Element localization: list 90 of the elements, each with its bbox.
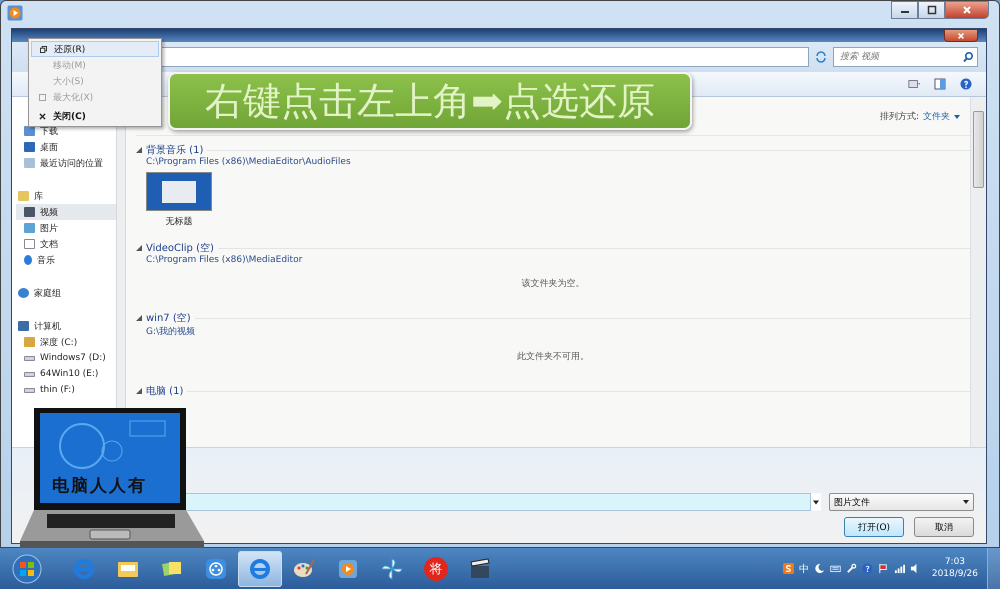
- file-type-dropdown[interactable]: 图片文件: [829, 493, 974, 511]
- maximize-icon: [38, 94, 46, 100]
- chess-piece-icon: 将: [424, 556, 448, 580]
- sidebar-icon: [24, 255, 32, 265]
- taskbar-app[interactable]: 将: [414, 550, 458, 586]
- clock-time[interactable]: 7:03: [944, 556, 966, 568]
- sidebar-item[interactable]: 桌面: [16, 139, 116, 155]
- collapse-triangle-icon[interactable]: [136, 315, 142, 321]
- wrench-icon[interactable]: [846, 563, 857, 574]
- sidebar-item[interactable]: 最近访问的位置: [16, 155, 116, 171]
- view-icon[interactable]: [908, 78, 920, 90]
- sidebar-icon: [24, 223, 35, 233]
- sidebar-icon: [24, 142, 35, 152]
- folder-path: G:\我的视频: [145, 326, 196, 338]
- menu-item[interactable]: 关闭(C): [31, 108, 159, 124]
- moon-icon[interactable]: [814, 563, 825, 574]
- sidebar-icon: [24, 239, 35, 249]
- sidebar-icon: [18, 191, 29, 201]
- dialog-button[interactable]: 打开(O): [844, 517, 904, 537]
- sidebar-item[interactable]: 文档: [16, 236, 116, 252]
- group-header[interactable]: VideoClip (空): [146, 241, 214, 255]
- letter-e-icon: [248, 556, 272, 580]
- sidebar-item[interactable]: 计算机: [16, 318, 116, 334]
- collapse-triangle-icon[interactable]: [136, 388, 142, 394]
- group-header[interactable]: 背景音乐 (1): [146, 143, 204, 157]
- sort-dropdown[interactable]: 文件夹: [923, 110, 960, 122]
- restore-icon: [40, 46, 46, 52]
- sidebar-icon: [24, 337, 35, 347]
- sidebar-item[interactable]: 库: [16, 188, 116, 204]
- caret-icon: [963, 500, 969, 504]
- clock-date[interactable]: 2018/9/26: [932, 568, 978, 580]
- close-icon: [38, 112, 46, 120]
- sidebar-item[interactable]: 深度 (C:): [16, 334, 116, 350]
- folder-path: C:\Program Files (x86)\MediaEditor: [145, 255, 304, 265]
- menu-item[interactable]: 还原(R): [31, 41, 159, 57]
- sidebar-item[interactable]: 视频: [16, 204, 116, 220]
- input-mode-indicator[interactable]: 中: [798, 562, 809, 576]
- close-button[interactable]: [944, 29, 978, 42]
- sort-label: 排列方式:: [880, 110, 919, 122]
- sidebar-icon: [18, 288, 29, 298]
- maximize-button[interactable]: [918, 1, 945, 19]
- sidebar-icon: [24, 356, 35, 360]
- sidebar-item[interactable]: 图片: [16, 220, 116, 236]
- group-header[interactable]: 电脑 (1): [146, 384, 184, 398]
- refresh-icon[interactable]: [815, 51, 827, 63]
- start-button[interactable]: [12, 554, 42, 584]
- scrollbar[interactable]: [970, 97, 986, 447]
- sidebar-item[interactable]: 家庭组: [16, 285, 116, 301]
- sidebar-item[interactable]: 音乐: [16, 252, 116, 268]
- logo-text: 电脑人人有: [52, 475, 147, 497]
- close-button[interactable]: [945, 1, 989, 19]
- sidebar-icon: [24, 207, 35, 217]
- sidebar-item[interactable]: 64Win10 (E:): [16, 366, 116, 382]
- search-icon[interactable]: [962, 51, 974, 63]
- callout-text: 右键点击左上角➡点选还原: [205, 78, 655, 124]
- close-icon: [962, 5, 972, 15]
- sidebar-item[interactable]: Windows7 (D:): [16, 350, 116, 366]
- video-file[interactable]: 无标题: [146, 172, 212, 228]
- film-reel-icon: [204, 556, 228, 580]
- video-thumbnail: [146, 172, 212, 211]
- preview-pane-icon[interactable]: [934, 78, 946, 90]
- dialog-button[interactable]: 取消: [914, 517, 974, 537]
- caret-icon: [954, 114, 960, 118]
- sidebar-item[interactable]: 下载: [16, 123, 116, 139]
- keyboard-icon[interactable]: [830, 563, 841, 574]
- app-icon: [7, 5, 23, 21]
- sidebar-icon: [24, 372, 35, 376]
- sidebar-icon: [24, 158, 35, 168]
- flag-icon[interactable]: [878, 563, 889, 574]
- collapse-triangle-icon[interactable]: [136, 245, 142, 251]
- help-icon[interactable]: [862, 563, 873, 574]
- folder-message: 此文件夹不可用。: [516, 350, 590, 364]
- pinwheel-icon: [380, 556, 404, 580]
- sidebar-icon: [18, 321, 29, 331]
- collapse-triangle-icon[interactable]: [136, 147, 142, 153]
- maximize-icon: [926, 5, 936, 15]
- sidebar-icon: [24, 126, 35, 136]
- help-icon[interactable]: [960, 78, 972, 90]
- minimize-button[interactable]: [891, 1, 918, 19]
- input-method-icon[interactable]: [782, 563, 794, 574]
- folder-message: 该文件夹为空。: [520, 278, 586, 291]
- search-field[interactable]: 搜索 视频: [833, 47, 978, 67]
- close-icon: [957, 32, 965, 40]
- letter-e-icon: [72, 556, 96, 580]
- sidebar-item[interactable]: thin (F:): [16, 382, 116, 398]
- sidebar-icon: [24, 388, 35, 392]
- clapperboard-icon: [468, 556, 492, 580]
- folder-path: C:\Program Files (x86)\MediaEditor\AudioFiles: [145, 157, 352, 167]
- signal-icon[interactable]: [894, 563, 905, 574]
- group-header[interactable]: win7 (空): [146, 311, 191, 325]
